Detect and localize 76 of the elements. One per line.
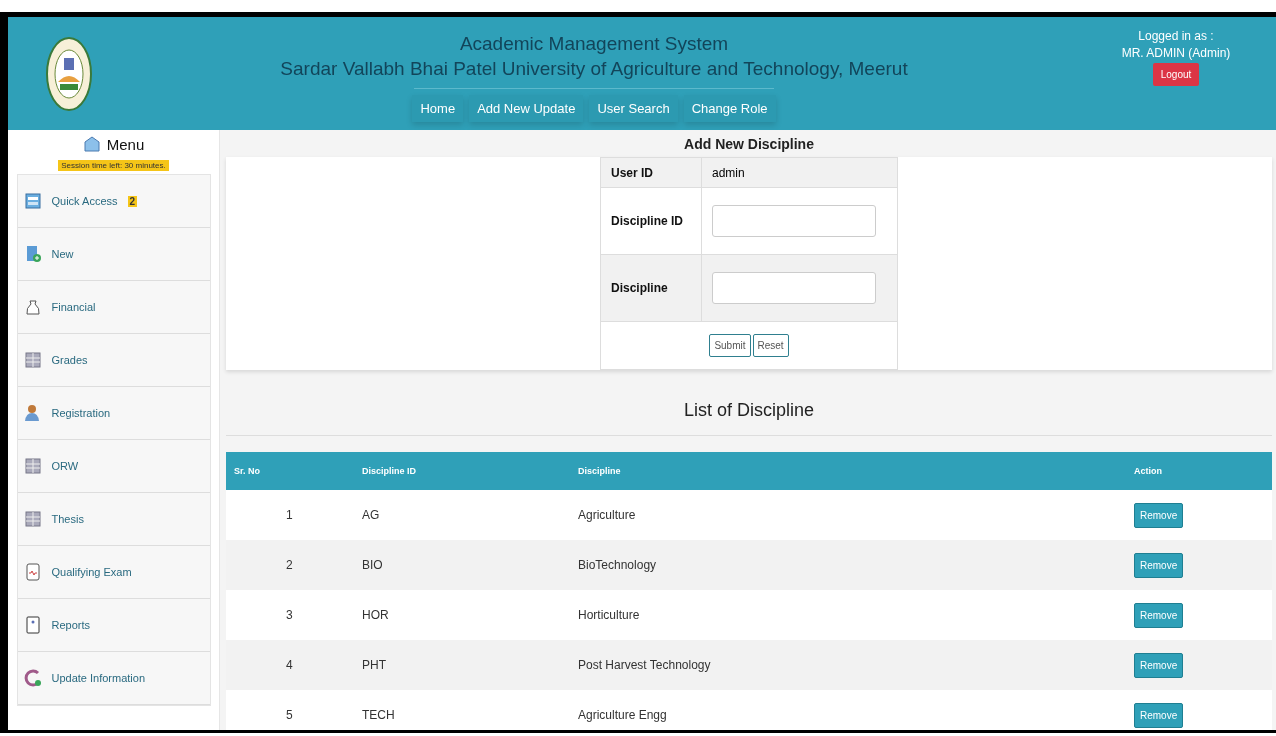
remove-button[interactable]: Remove	[1134, 552, 1184, 578]
menu-item[interactable]: Registration	[17, 387, 210, 440]
menu-item-icon	[23, 192, 42, 210]
nav-link[interactable]: Home	[412, 94, 464, 122]
table-cell: Post Harvest Technology	[570, 640, 1126, 690]
menu-item[interactable]: ORW	[17, 440, 210, 493]
column-header: Discipline ID	[354, 452, 570, 490]
menu-item[interactable]: Update Information	[17, 652, 210, 705]
menu-item[interactable]: Quick Access 2	[17, 175, 210, 228]
nav-link[interactable]: Add New Update	[469, 94, 584, 122]
column-header: Sr. No	[226, 452, 354, 490]
form-button[interactable]: Submit	[709, 333, 751, 357]
column-header: Discipline	[570, 452, 1126, 490]
university-name: Sardar Vallabh Bhai Patel University of Agriculture and Technology, Meerut	[280, 56, 908, 80]
menu-item-label: ORW	[51, 460, 79, 472]
field-value: admin	[712, 165, 745, 180]
menu-item-icon	[23, 457, 42, 475]
remove-button[interactable]: Remove	[1134, 602, 1184, 628]
menu-item[interactable]: Financial	[17, 281, 210, 334]
input-field[interactable]	[712, 205, 876, 238]
table-cell: Agriculture	[570, 490, 1126, 540]
table-cell: 3	[226, 590, 354, 640]
table-cell: Agriculture Engg	[570, 690, 1126, 730]
table-cell: 5	[226, 690, 354, 730]
field-label: Discipline	[600, 254, 702, 322]
nav-link[interactable]: User Search	[589, 94, 678, 122]
system-title: Academic Management System	[459, 31, 729, 55]
menu-item-icon	[23, 616, 42, 634]
session-time-notice: Session time left: 30 minutes.	[58, 160, 169, 171]
menu-item[interactable]: Qualifying Exam	[17, 546, 210, 599]
logout-button[interactable]: Logout	[1152, 63, 1200, 86]
table-cell: PHT	[354, 640, 570, 690]
menu-title: Menu	[106, 135, 145, 153]
table-cell: BIO	[354, 540, 570, 590]
remove-button[interactable]: Remove	[1134, 652, 1184, 678]
menu-item-label: Financial	[51, 301, 96, 313]
form-title: Add New Discipline	[683, 136, 815, 152]
menu-icon	[82, 135, 101, 153]
menu-item[interactable]: Grades	[17, 334, 210, 387]
list-title: List of Discipline	[682, 400, 816, 421]
menu-item-label: New	[51, 248, 74, 260]
table-cell: TECH	[354, 690, 570, 730]
column-header: Action	[1126, 452, 1272, 490]
user-name: MR. ADMIN (Admin)	[1121, 46, 1231, 60]
table-cell: BioTechnology	[570, 540, 1126, 590]
menu-item[interactable]: Reports	[17, 599, 210, 652]
menu-item-icon	[23, 351, 42, 369]
field-label: Discipline ID	[600, 187, 702, 255]
menu-item-label: Registration	[51, 407, 111, 419]
logged-in-label: Logged in as :	[1138, 29, 1214, 43]
menu-item-icon	[23, 404, 42, 422]
remove-button[interactable]: Remove	[1134, 702, 1184, 728]
table-cell: Horticulture	[570, 590, 1126, 640]
menu-item-label: Update Information	[51, 672, 146, 684]
table-cell: 1	[226, 490, 354, 540]
table-cell: AG	[354, 490, 570, 540]
menu-item-icon	[23, 563, 42, 581]
table-cell: HOR	[354, 590, 570, 640]
form-button[interactable]: Reset	[752, 333, 789, 357]
table-cell: 4	[226, 640, 354, 690]
menu-item-label: Qualifying Exam	[51, 566, 132, 578]
nav-link[interactable]: Change Role	[683, 94, 776, 122]
count-badge: 2	[127, 195, 138, 207]
input-field[interactable]	[712, 271, 876, 304]
menu-item-label: Thesis	[51, 513, 84, 525]
menu-item[interactable]: New	[17, 228, 210, 281]
menu-item-label: Grades	[51, 354, 88, 366]
table-cell: 2	[226, 540, 354, 590]
menu-item-icon	[23, 298, 42, 316]
remove-button[interactable]: Remove	[1134, 502, 1184, 528]
menu-item-icon	[23, 669, 42, 687]
menu-item-label: Quick Access	[51, 195, 118, 207]
menu-item-icon	[23, 510, 42, 528]
menu-item[interactable]: Thesis	[17, 493, 210, 546]
menu-item-label: Reports	[51, 619, 91, 631]
field-label: User ID	[600, 157, 702, 188]
